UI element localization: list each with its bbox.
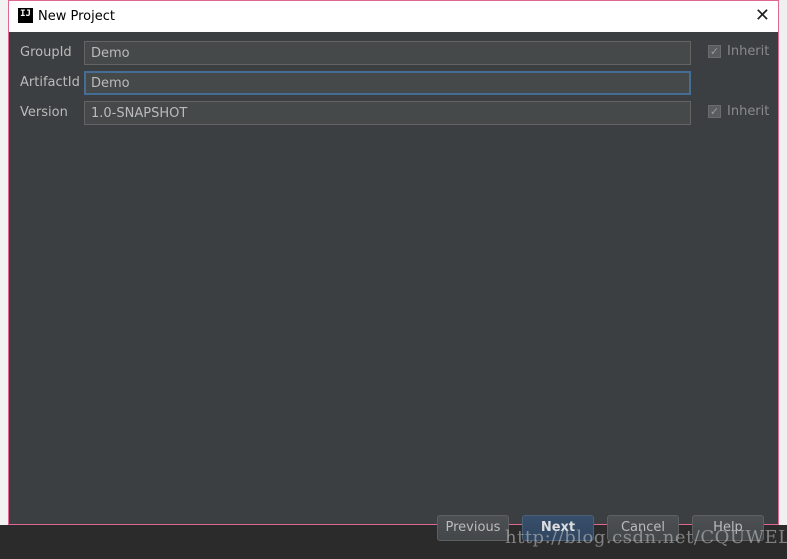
- inherit-label: Inherit: [727, 44, 770, 59]
- artifact-id-label: ArtifactId: [20, 75, 80, 90]
- group-id-row: GroupId ✓ Inherit: [9, 41, 780, 65]
- artifact-id-row: ArtifactId: [9, 71, 780, 95]
- dialog-title: New Project: [38, 9, 115, 24]
- previous-button[interactable]: Previous: [437, 515, 509, 541]
- new-project-dialog: IJ New Project ✕ GroupId ✓ Inherit Artif…: [8, 0, 780, 541]
- version-label: Version: [20, 105, 68, 120]
- checkbox-checked-icon: ✓: [708, 45, 721, 58]
- artifact-id-input[interactable]: [84, 71, 691, 95]
- title-bar[interactable]: IJ New Project ✕: [9, 1, 778, 32]
- intellij-app-icon: IJ: [18, 8, 33, 23]
- background-ide: [0, 0, 8, 559]
- group-id-input[interactable]: [84, 41, 691, 65]
- inherit-label: Inherit: [727, 104, 770, 119]
- version-inherit-checkbox[interactable]: ✓ Inherit: [708, 104, 769, 119]
- background-ide-right: [779, 0, 787, 559]
- close-icon[interactable]: ✕: [755, 5, 770, 26]
- checkbox-checked-icon: ✓: [708, 105, 721, 118]
- group-id-label: GroupId: [20, 45, 72, 60]
- group-id-inherit-checkbox[interactable]: ✓ Inherit: [708, 44, 769, 59]
- version-row: Version ✓ Inherit: [9, 101, 780, 125]
- watermark: http://blog.csdn.net/CQUWEL: [505, 527, 787, 548]
- version-input[interactable]: [84, 101, 691, 125]
